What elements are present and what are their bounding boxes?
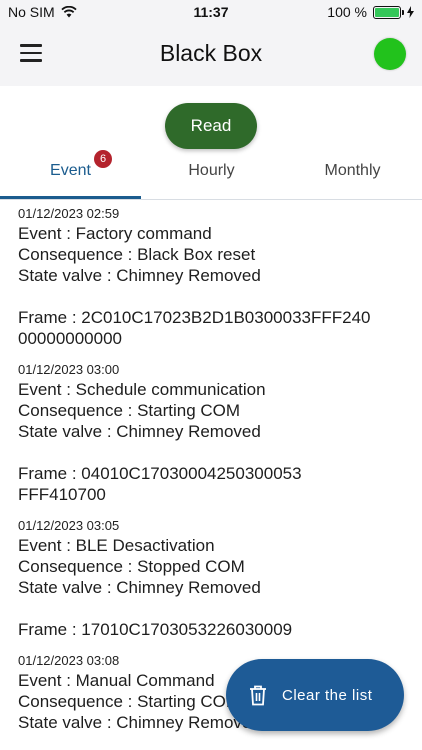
tab-bar: Event Hourly Monthly: [0, 150, 422, 200]
entry-consequence: Consequence : Black Box reset: [18, 245, 256, 264]
entry-frame: Frame : 2C010C17023B2D1B0300033FFF240000…: [18, 308, 371, 348]
entry-state: State valve : Chimney Removed: [18, 266, 261, 285]
connection-indicator[interactable]: [374, 38, 406, 70]
entry-frame: Frame : 04010C17030004250300053FFF410700: [18, 464, 302, 504]
entry-frame: Frame : 17010C1703053226030009: [18, 620, 293, 639]
tab-event[interactable]: Event: [0, 150, 141, 199]
entry-date: 01/12/2023 03:00: [18, 362, 120, 377]
list-item: 01/12/2023 03:00 Event : Schedule commun…: [18, 361, 418, 505]
event-count-badge: 6: [94, 150, 112, 168]
list-item: 01/12/2023 02:59 Event : Factory command…: [18, 205, 418, 349]
entry-date: 01/12/2023 02:59: [18, 206, 120, 221]
tab-hourly[interactable]: Hourly: [141, 150, 282, 199]
read-button[interactable]: Read: [165, 103, 257, 149]
entry-consequence: Consequence : Stopped COM: [18, 557, 245, 576]
entry-state: State valve : Chimney Removed: [18, 578, 261, 597]
clear-list-label: Clear the list: [282, 686, 373, 704]
app-bar: Black Box: [0, 24, 422, 86]
status-bar: No SIM 11:37 100 %: [0, 0, 422, 24]
page-title: Black Box: [159, 40, 263, 66]
entry-event: Event : Schedule communication: [18, 380, 266, 399]
entry-consequence: Consequence : Starting COM: [18, 401, 241, 420]
status-right: 100 %: [327, 4, 414, 20]
charging-icon: [407, 6, 414, 18]
battery-percent: 100 %: [327, 4, 367, 20]
entry-date: 01/12/2023 03:05: [18, 518, 120, 533]
trash-icon: [250, 685, 266, 706]
battery-icon: [373, 5, 404, 19]
tab-monthly[interactable]: Monthly: [282, 150, 422, 199]
clear-list-button[interactable]: Clear the list: [226, 659, 404, 731]
entry-event: Event : BLE Desactivation: [18, 536, 215, 555]
entry-event: Event : Factory command: [18, 224, 212, 243]
list-item: 01/12/2023 03:05 Event : BLE Desactivati…: [18, 517, 418, 640]
entry-state: State valve : Chimney Removed: [18, 422, 261, 441]
